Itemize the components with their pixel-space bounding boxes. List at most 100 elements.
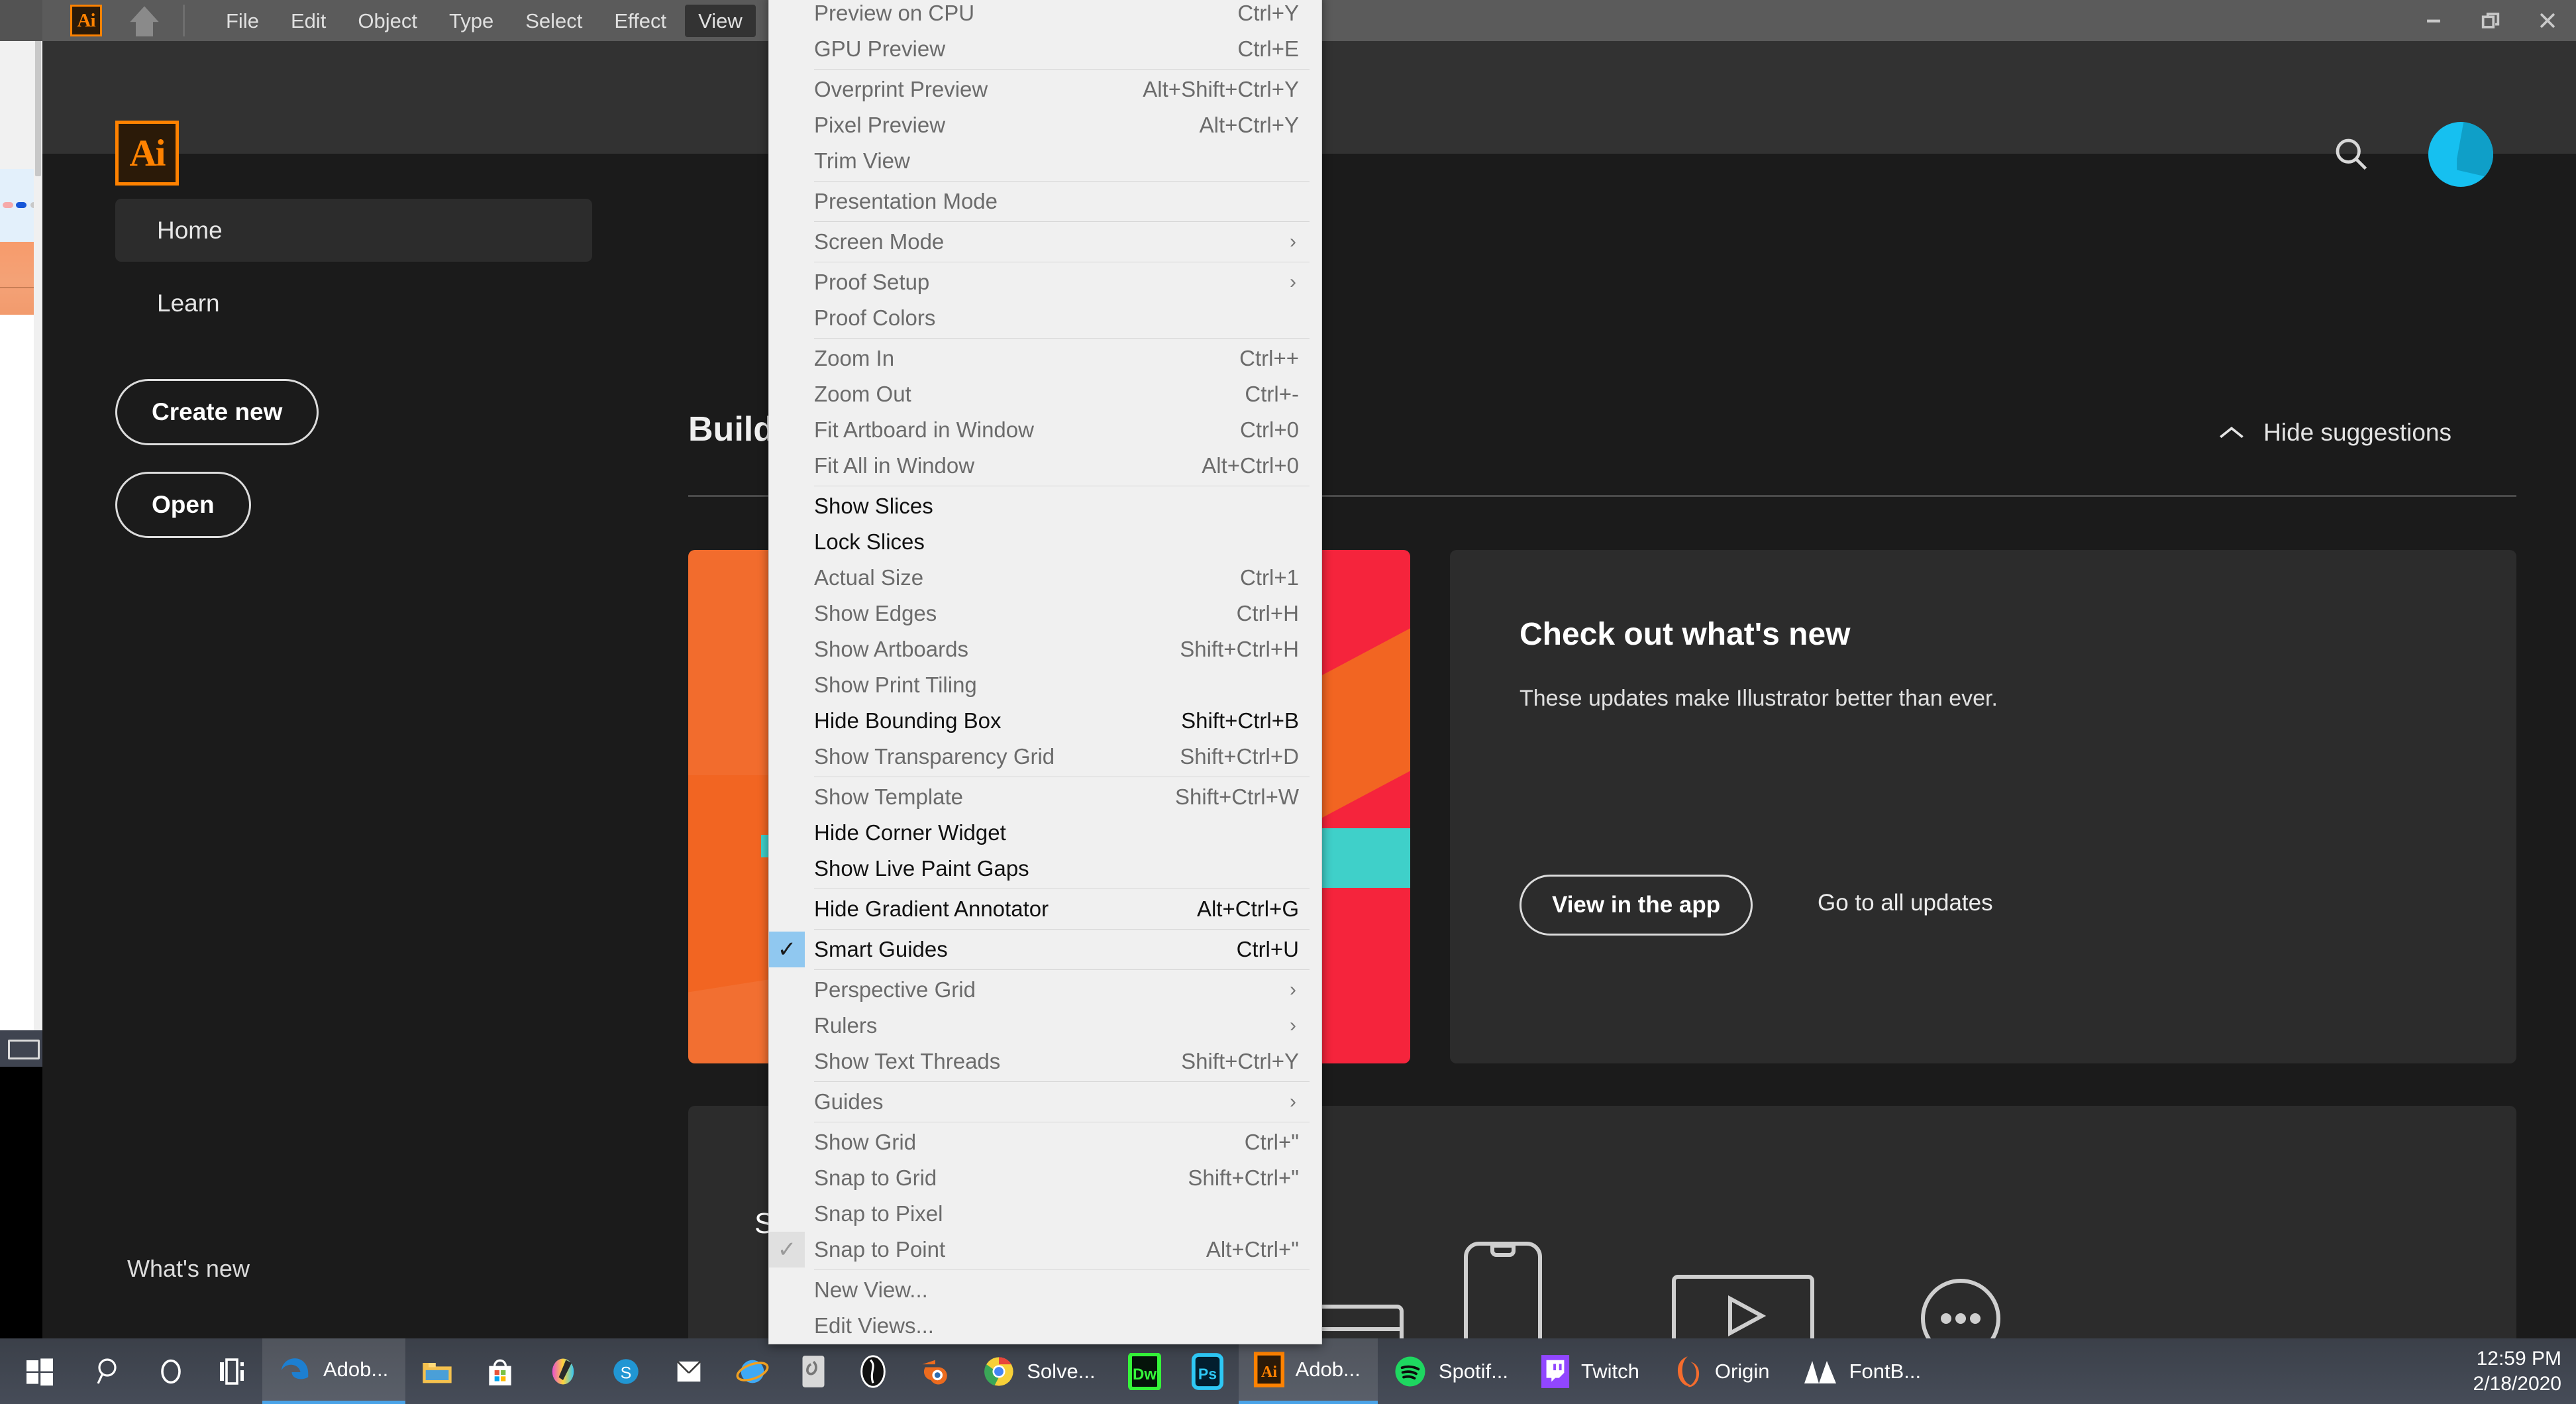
open-button[interactable]: Open bbox=[115, 472, 251, 538]
minimize-button[interactable] bbox=[2405, 0, 2462, 41]
clock-date: 2/18/2020 bbox=[2473, 1372, 2561, 1395]
menu-item-label: Proof Setup bbox=[814, 270, 930, 294]
taskbar-item-chrome[interactable]: Solve... bbox=[967, 1338, 1112, 1404]
restore-button[interactable] bbox=[2462, 0, 2519, 41]
menu-item-show-artboards[interactable]: Show Artboards Shift+Ctrl+H bbox=[769, 631, 1321, 667]
chevron-up-icon bbox=[2218, 419, 2245, 447]
menu-item-fit-all-in-window[interactable]: Fit All in Window Alt+Ctrl+0 bbox=[769, 448, 1321, 484]
menu-item-label: Show Print Tiling bbox=[814, 673, 977, 697]
sidebar-item-home[interactable]: Home bbox=[115, 199, 592, 262]
task-view-icon[interactable] bbox=[201, 1338, 262, 1404]
taskbar-item-label: Origin bbox=[1714, 1359, 1770, 1383]
menu-item-label: Hide Bounding Box bbox=[814, 708, 1002, 733]
sidebar-item-learn[interactable]: Learn bbox=[115, 272, 592, 335]
menu-item-zoom-in[interactable]: Zoom In Ctrl++ bbox=[769, 341, 1321, 376]
menu-item-label: Overprint Preview bbox=[814, 77, 988, 101]
checkmark-icon: ✓ bbox=[769, 932, 805, 967]
mail-icon[interactable] bbox=[657, 1338, 721, 1404]
menu-item-hide-bounding-box[interactable]: Hide Bounding Box Shift+Ctrl+B bbox=[769, 703, 1321, 739]
menu-item-gpu-preview[interactable]: GPU Preview Ctrl+E bbox=[769, 31, 1321, 67]
close-button[interactable] bbox=[2519, 0, 2576, 41]
taskbar-item-fontbase[interactable]: FontB... bbox=[1787, 1338, 1939, 1404]
taskbar-clock[interactable]: 12:59 PM 2/18/2020 bbox=[2473, 1338, 2561, 1404]
file-explorer-icon[interactable] bbox=[405, 1338, 469, 1404]
menu-item-proof-colors[interactable]: Proof Colors bbox=[769, 300, 1321, 336]
dreamweaver-icon[interactable]: Dw bbox=[1113, 1338, 1176, 1404]
microsoft-store-icon[interactable] bbox=[469, 1338, 531, 1404]
menu-item-smart-guides[interactable]: ✓ Smart Guides Ctrl+U bbox=[769, 932, 1321, 967]
aurora-icon[interactable] bbox=[843, 1338, 903, 1404]
menu-item-snap-to-point[interactable]: ✓ Snap to Point Alt+Ctrl+" bbox=[769, 1232, 1321, 1268]
menu-item-label: Smart Guides bbox=[814, 937, 948, 961]
menu-item-perspective-grid[interactable]: Perspective Grid › bbox=[769, 972, 1321, 1008]
menu-item-show-edges[interactable]: Show Edges Ctrl+H bbox=[769, 596, 1321, 631]
menu-item-show-grid[interactable]: Show Grid Ctrl+" bbox=[769, 1124, 1321, 1160]
taskbar-item-spotify[interactable]: Spotif... bbox=[1378, 1338, 1525, 1404]
cortana-icon[interactable] bbox=[140, 1338, 201, 1404]
menu-item-proof-setup[interactable]: Proof Setup › bbox=[769, 264, 1321, 300]
menu-item-show-slices[interactable]: Show Slices bbox=[769, 488, 1321, 524]
create-new-button[interactable]: Create new bbox=[115, 379, 319, 445]
go-to-all-updates-link[interactable]: Go to all updates bbox=[1818, 890, 1993, 916]
menu-item-snap-to-grid[interactable]: Snap to Grid Shift+Ctrl+" bbox=[769, 1160, 1321, 1196]
menu-item-fit-artboard-in-window[interactable]: Fit Artboard in Window Ctrl+0 bbox=[769, 412, 1321, 448]
paint-3d-icon[interactable] bbox=[531, 1338, 595, 1404]
menu-item-edit-views[interactable]: Edit Views... bbox=[769, 1308, 1321, 1344]
menu-item-presentation-mode[interactable]: Presentation Mode bbox=[769, 184, 1321, 219]
menu-item-lock-slices[interactable]: Lock Slices bbox=[769, 524, 1321, 560]
internet-explorer-icon[interactable] bbox=[721, 1338, 784, 1404]
menu-item-actual-size[interactable]: Actual Size Ctrl+1 bbox=[769, 560, 1321, 596]
menu-effect[interactable]: Effect bbox=[601, 5, 680, 37]
menu-type[interactable]: Type bbox=[436, 5, 507, 37]
gimp-icon[interactable] bbox=[784, 1338, 843, 1404]
create-new-label: Create new bbox=[152, 398, 283, 425]
taskbar-item-origin[interactable]: Origin bbox=[1657, 1338, 1787, 1404]
menu-item-hide-corner-widget[interactable]: Hide Corner Widget bbox=[769, 815, 1321, 851]
svg-text:Ps: Ps bbox=[1198, 1365, 1217, 1382]
search-icon[interactable] bbox=[79, 1338, 140, 1404]
menu-item-label: Show Template bbox=[814, 784, 964, 809]
menu-item-new-view[interactable]: New View... bbox=[769, 1272, 1321, 1308]
menu-edit[interactable]: Edit bbox=[278, 5, 339, 37]
menu-item-show-live-paint-gaps[interactable]: Show Live Paint Gaps bbox=[769, 851, 1321, 887]
sidebar-whats-new-link[interactable]: What's new bbox=[127, 1255, 250, 1283]
home-icon[interactable] bbox=[126, 2, 163, 39]
menu-item-shortcut: Shift+Ctrl+Y bbox=[1181, 1049, 1299, 1073]
menu-item-show-transparency-grid[interactable]: Show Transparency Grid Shift+Ctrl+D bbox=[769, 739, 1321, 775]
menu-separator bbox=[814, 221, 1310, 222]
menu-item-label: Hide Corner Widget bbox=[814, 820, 1006, 845]
menu-item-show-print-tiling[interactable]: Show Print Tiling bbox=[769, 667, 1321, 703]
menu-item-hide-gradient-annotator[interactable]: Hide Gradient Annotator Alt+Ctrl+G bbox=[769, 891, 1321, 927]
menu-file[interactable]: File bbox=[213, 5, 272, 37]
menu-object[interactable]: Object bbox=[344, 5, 431, 37]
taskbar-item-illustrator[interactable]: Ai Adob... bbox=[1238, 1338, 1378, 1404]
taskbar-item-edge-adobe[interactable]: Adob... bbox=[262, 1338, 406, 1404]
menu-item-label: Show Grid bbox=[814, 1130, 917, 1154]
menu-item-overprint-preview[interactable]: Overprint Preview Alt+Shift+Ctrl+Y bbox=[769, 72, 1321, 107]
photoshop-icon[interactable]: Ps bbox=[1176, 1338, 1239, 1404]
chevron-right-icon: › bbox=[1290, 979, 1296, 1000]
menu-select[interactable]: Select bbox=[512, 5, 595, 37]
menu-item-label: Trim View bbox=[814, 148, 910, 173]
menu-item-rulers[interactable]: Rulers › bbox=[769, 1008, 1321, 1044]
menu-item-preview-on-cpu[interactable]: Preview on CPU Ctrl+Y bbox=[769, 0, 1321, 31]
chevron-right-icon: › bbox=[1290, 271, 1296, 293]
windows-start-icon[interactable] bbox=[0, 1338, 79, 1404]
menu-item-trim-view[interactable]: Trim View bbox=[769, 143, 1321, 179]
blender-icon[interactable] bbox=[903, 1338, 967, 1404]
menu-view[interactable]: View bbox=[685, 4, 756, 37]
menu-item-shortcut: Ctrl+U bbox=[1236, 937, 1299, 961]
taskbar-item-twitch[interactable]: Twitch bbox=[1525, 1338, 1657, 1404]
menu-item-snap-to-pixel[interactable]: Snap to Pixel bbox=[769, 1196, 1321, 1232]
menu-item-shortcut: Alt+Ctrl+" bbox=[1206, 1237, 1299, 1262]
menu-item-screen-mode[interactable]: Screen Mode › bbox=[769, 224, 1321, 260]
menu-item-zoom-out[interactable]: Zoom Out Ctrl+- bbox=[769, 376, 1321, 412]
hide-suggestions-button[interactable]: Hide suggestions bbox=[2218, 419, 2451, 447]
menu-item-label: Lock Slices bbox=[814, 529, 925, 554]
menu-item-show-template[interactable]: Show Template Shift+Ctrl+W bbox=[769, 779, 1321, 815]
menu-item-show-text-threads[interactable]: Show Text Threads Shift+Ctrl+Y bbox=[769, 1044, 1321, 1079]
skype-icon[interactable]: S bbox=[595, 1338, 657, 1404]
menu-item-guides[interactable]: Guides › bbox=[769, 1084, 1321, 1120]
view-in-the-app-button[interactable]: View in the app bbox=[1520, 875, 1753, 936]
menu-item-pixel-preview[interactable]: Pixel Preview Alt+Ctrl+Y bbox=[769, 107, 1321, 143]
